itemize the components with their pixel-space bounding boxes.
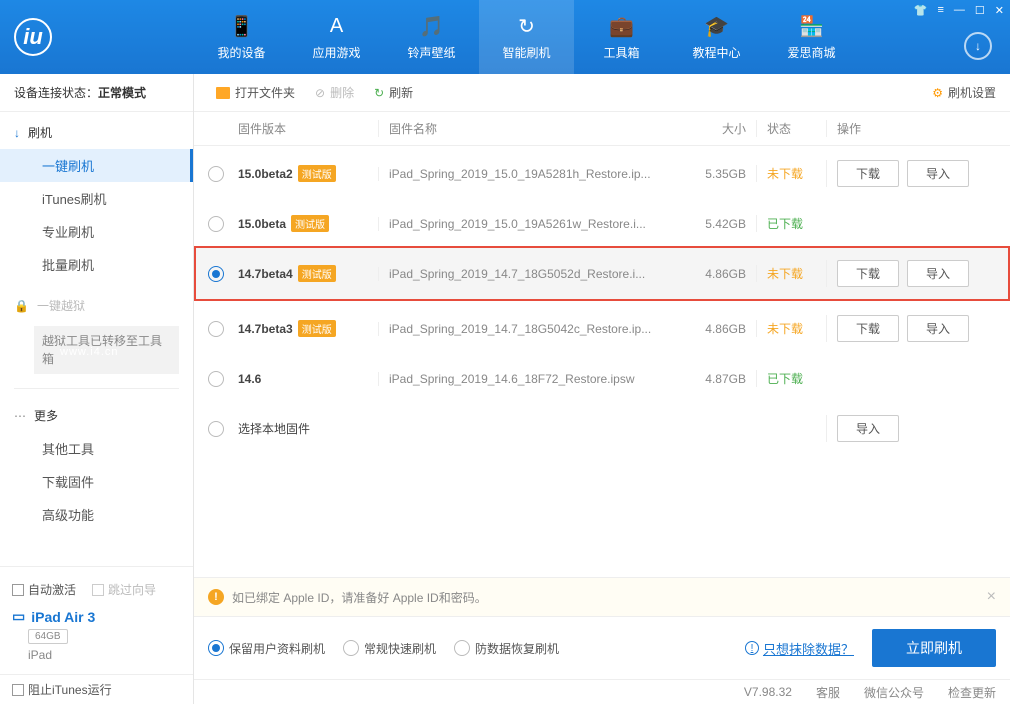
table-header: 固件版本 固件名称 大小 状态 操作 — [194, 112, 1010, 146]
sidebar-section-more[interactable]: ⋯ 更多 — [0, 399, 193, 432]
row-radio[interactable] — [208, 266, 224, 282]
import-button[interactable]: 导入 — [837, 415, 899, 442]
app-version: V7.98.32 — [744, 685, 792, 699]
alert-close-button[interactable]: × — [987, 588, 996, 606]
beta-badge: 测试版 — [291, 215, 329, 232]
table-row-local[interactable]: 选择本地固件导入 — [194, 401, 1010, 456]
nav-icon: 📱 — [229, 14, 254, 40]
content-area: 打开文件夹 ⊘删除 ↻刷新 ⚙刷机设置 固件版本 固件名称 大小 状态 操作 1… — [194, 74, 1010, 704]
beta-badge: 测试版 — [298, 320, 336, 337]
nav-item-1[interactable]: A应用游戏 — [289, 0, 384, 74]
main-nav: 📱我的设备A应用游戏🎵铃声壁纸↻智能刷机💼工具箱🎓教程中心🏪爱思商城 — [194, 0, 859, 74]
download-button[interactable]: 下载 — [837, 315, 899, 342]
download-button[interactable]: 下载 — [837, 260, 899, 287]
row-radio[interactable] — [208, 371, 224, 387]
nav-item-2[interactable]: 🎵铃声壁纸 — [384, 0, 479, 74]
flash-option-radio[interactable]: 防数据恢复刷机 — [454, 640, 559, 657]
table-row[interactable]: 14.7beta4测试版iPad_Spring_2019_14.7_18G505… — [194, 246, 1010, 301]
nav-icon: 💼 — [609, 14, 634, 40]
auto-activate-checkbox[interactable]: 自动激活 — [12, 581, 76, 598]
menu-icon[interactable]: ≡ — [937, 4, 943, 17]
nav-icon: 🎓 — [704, 14, 729, 40]
nav-item-6[interactable]: 🏪爱思商城 — [764, 0, 859, 74]
import-button[interactable]: 导入 — [907, 315, 969, 342]
nav-icon: 🏪 — [799, 14, 824, 40]
window-controls: 👕 ≡ — ☐ ✕ — [914, 4, 1004, 17]
minimize-icon[interactable]: — — [954, 4, 965, 17]
app-url: www.i4.cn — [60, 346, 148, 358]
tshirt-icon[interactable]: 👕 — [914, 4, 928, 17]
nav-icon: ↻ — [518, 14, 535, 40]
status-bar: V7.98.32 客服 微信公众号 检查更新 — [194, 680, 1010, 704]
gear-icon: ⚙ — [932, 86, 943, 100]
sidebar-item[interactable]: 其他工具 — [0, 432, 193, 465]
sidebar-item[interactable]: 下载固件 — [0, 465, 193, 498]
erase-data-link[interactable]: !只想抹除数据？ — [745, 639, 854, 658]
firmware-list: 15.0beta2测试版iPad_Spring_2019_15.0_19A528… — [194, 146, 1010, 577]
folder-icon — [216, 87, 230, 99]
status-bar-link[interactable]: 客服 — [816, 684, 840, 701]
flash-action-bar: 保留用户资料刷机 常规快速刷机 防数据恢复刷机 !只想抹除数据？ 立即刷机 — [194, 617, 1010, 680]
table-row[interactable]: 14.7beta3测试版iPad_Spring_2019_14.7_18G504… — [194, 301, 1010, 356]
beta-badge: 测试版 — [298, 165, 336, 182]
status-bar-link[interactable]: 微信公众号 — [864, 684, 924, 701]
block-itunes-checkbox[interactable]: 阻止iTunes运行 — [0, 674, 193, 704]
nav-item-5[interactable]: 🎓教程中心 — [669, 0, 764, 74]
device-name[interactable]: ▭ iPad Air 3 — [0, 604, 193, 627]
row-radio[interactable] — [208, 166, 224, 182]
flash-option-radio[interactable]: 常规快速刷机 — [343, 640, 436, 657]
refresh-button[interactable]: ↻刷新 — [366, 82, 421, 103]
table-row[interactable]: 15.0beta2测试版iPad_Spring_2019_15.0_19A528… — [194, 146, 1010, 201]
row-radio[interactable] — [208, 216, 224, 232]
download-indicator-icon[interactable]: ↓ — [964, 32, 992, 60]
delete-button: ⊘删除 — [307, 82, 362, 103]
download-button[interactable]: 下载 — [837, 160, 899, 187]
device-info: 自动激活 跳过向导 ▭ iPad Air 3 64GB iPad — [0, 566, 193, 674]
table-row[interactable]: 15.0beta测试版iPad_Spring_2019_15.0_19A5261… — [194, 201, 1010, 246]
nav-item-4[interactable]: 💼工具箱 — [574, 0, 669, 74]
delete-icon: ⊘ — [315, 86, 325, 100]
flash-settings-button[interactable]: ⚙刷机设置 — [932, 84, 996, 101]
flash-now-button[interactable]: 立即刷机 — [872, 629, 996, 667]
beta-badge: 测试版 — [298, 265, 336, 282]
status-bar-link[interactable]: 检查更新 — [948, 684, 996, 701]
nav-icon: 🎵 — [419, 14, 444, 40]
open-folder-button[interactable]: 打开文件夹 — [208, 82, 303, 103]
nav-item-0[interactable]: 📱我的设备 — [194, 0, 289, 74]
tablet-icon: ▭ — [12, 608, 25, 625]
app-name: 爱思助手 — [60, 0, 148, 346]
info-icon: ! — [745, 641, 759, 655]
device-storage: 64GB — [28, 629, 68, 644]
appleid-alert: ! 如已绑定 Apple ID，请准备好 Apple ID和密码。 × — [194, 577, 1010, 617]
more-icon: ⋯ — [14, 409, 26, 423]
flash-option-radio[interactable]: 保留用户资料刷机 — [208, 640, 325, 657]
table-row[interactable]: 14.6iPad_Spring_2019_14.6_18F72_Restore.… — [194, 356, 1010, 401]
import-button[interactable]: 导入 — [907, 260, 969, 287]
warning-icon: ! — [208, 589, 224, 605]
row-radio[interactable] — [208, 421, 224, 437]
toolbar: 打开文件夹 ⊘删除 ↻刷新 ⚙刷机设置 — [194, 74, 1010, 112]
close-icon[interactable]: ✕ — [995, 4, 1004, 17]
logo: iu 爱思助手 www.i4.cn — [0, 0, 194, 358]
row-radio[interactable] — [208, 321, 224, 337]
maximize-icon[interactable]: ☐ — [975, 4, 985, 17]
sidebar-item[interactable]: 高级功能 — [0, 498, 193, 531]
nav-icon: A — [330, 14, 343, 40]
skip-guide-checkbox: 跳过向导 — [92, 581, 156, 598]
logo-icon: iu — [14, 18, 52, 56]
nav-item-3[interactable]: ↻智能刷机 — [479, 0, 574, 74]
refresh-icon: ↻ — [374, 86, 384, 100]
device-model: iPad — [0, 646, 193, 666]
app-header: iu 爱思助手 www.i4.cn 📱我的设备A应用游戏🎵铃声壁纸↻智能刷机💼工… — [0, 0, 1010, 74]
import-button[interactable]: 导入 — [907, 160, 969, 187]
